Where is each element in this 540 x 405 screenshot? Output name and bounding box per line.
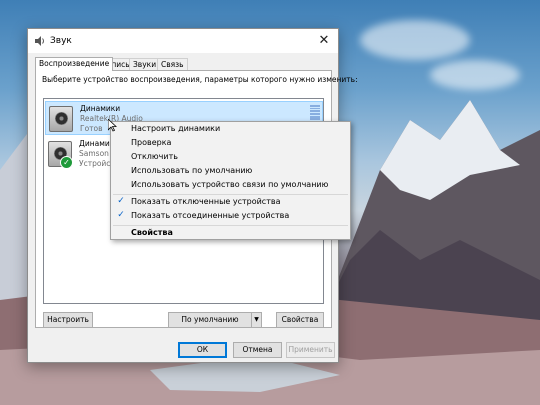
title-bar[interactable]: Звук ✕: [28, 29, 338, 53]
apply-button[interactable]: Применить: [286, 342, 335, 358]
instruction-text: Выберите устройство воспроизведения, пар…: [42, 75, 358, 84]
tab-communications[interactable]: Связь: [157, 58, 188, 70]
close-icon: ✕: [318, 33, 330, 48]
device-name: Динамики: [80, 104, 121, 113]
mouse-cursor-icon: [108, 119, 117, 132]
context-menu: Настроить динамики Проверка Отключить Ис…: [110, 121, 351, 240]
speaker-icon: [49, 106, 73, 132]
tab-sounds[interactable]: Звуки: [129, 58, 161, 70]
speaker-icon: [35, 36, 44, 46]
chevron-down-icon[interactable]: ▼: [251, 313, 261, 327]
configure-button[interactable]: Настроить: [43, 312, 93, 328]
window-title: Звук: [50, 36, 72, 46]
checkmark-icon: ✓: [117, 196, 125, 206]
device-status: Готов: [80, 124, 103, 133]
menu-item-show-disabled[interactable]: Показать отключенные устройства: [131, 197, 280, 206]
menu-item-properties[interactable]: Свойства: [131, 228, 173, 237]
menu-separator: [113, 225, 348, 226]
menu-item-test[interactable]: Проверка: [131, 138, 171, 147]
close-button[interactable]: ✕: [310, 29, 338, 53]
set-default-button[interactable]: По умолчанию ▼: [168, 312, 262, 328]
menu-item-configure-speakers[interactable]: Настроить динамики: [131, 124, 220, 133]
checkmark-icon: ✓: [117, 210, 125, 220]
check-icon: ✓: [60, 156, 73, 169]
menu-item-set-default[interactable]: Использовать по умолчанию: [131, 166, 252, 175]
tab-playback[interactable]: Воспроизведение: [35, 57, 114, 71]
menu-item-disable[interactable]: Отключить: [131, 152, 178, 161]
menu-item-show-disconnected[interactable]: Показать отсоединенные устройства: [131, 211, 289, 220]
menu-item-set-default-communication[interactable]: Использовать устройство связи по умолчан…: [131, 180, 328, 189]
properties-button[interactable]: Свойства: [276, 312, 324, 328]
menu-separator: [113, 194, 348, 195]
ok-button[interactable]: ОК: [178, 342, 227, 358]
set-default-label: По умолчанию: [181, 315, 239, 324]
cancel-button[interactable]: Отмена: [233, 342, 282, 358]
